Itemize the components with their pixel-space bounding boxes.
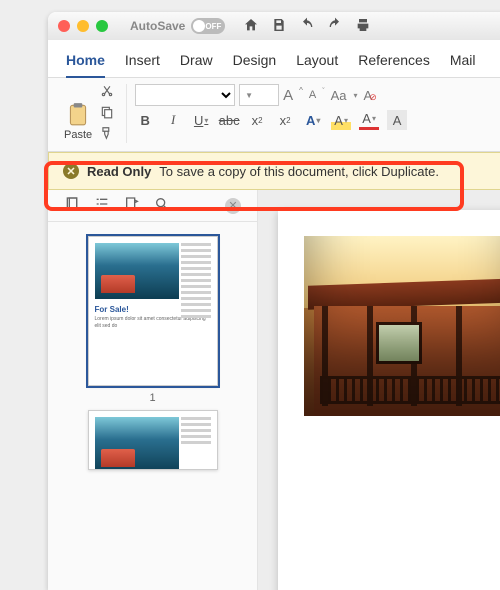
subscript-button[interactable]: x2 — [247, 110, 267, 130]
change-case-button[interactable]: Aa — [331, 88, 347, 103]
hero-image — [304, 236, 500, 416]
warning-icon: ✕ — [63, 163, 79, 179]
clear-formatting-button[interactable]: A⊘ — [364, 88, 380, 103]
document-page[interactable] — [278, 210, 500, 590]
ribbon-tabs: Home Insert Draw Design Layout Reference… — [48, 40, 500, 78]
thumbnails-icon[interactable] — [64, 196, 80, 215]
font-size-select[interactable]: ▼ — [239, 84, 279, 106]
print-icon[interactable] — [355, 17, 371, 36]
headings-icon[interactable] — [94, 196, 110, 215]
undo-icon[interactable] — [299, 17, 315, 36]
review-icon[interactable] — [124, 196, 140, 215]
bold-button[interactable]: B — [135, 110, 155, 130]
underline-button[interactable]: U▾ — [191, 110, 211, 130]
tab-mailings[interactable]: Mail — [450, 48, 476, 77]
font-name-select[interactable] — [135, 84, 235, 106]
thumbnail-list: For Sale! Lorem ipsum dolor sit amet con… — [48, 222, 257, 590]
banner-message: To save a copy of this document, click D… — [159, 164, 439, 179]
redo-icon[interactable] — [327, 17, 343, 36]
tab-home[interactable]: Home — [66, 48, 105, 78]
page-thumbnail-2[interactable] — [88, 410, 218, 470]
tab-insert[interactable]: Insert — [125, 48, 160, 77]
clipboard-mini — [100, 84, 114, 143]
navigation-pane: ✕ For Sale! Lorem ipsum dolor sit amet c… — [48, 190, 258, 590]
maximize-window-button[interactable] — [96, 20, 108, 32]
read-only-banner: ✕ Read Only To save a copy of this docum… — [48, 152, 500, 190]
toggle-switch[interactable]: OFF — [191, 18, 225, 34]
home-icon[interactable] — [243, 17, 259, 36]
tab-layout[interactable]: Layout — [296, 48, 338, 77]
ribbon: Paste ▼ A^ Aˇ Aa▾ A⊘ B I — [48, 78, 500, 152]
grow-font-button[interactable]: A — [283, 87, 293, 104]
tab-design[interactable]: Design — [233, 48, 277, 77]
autosave-label: AutoSave — [130, 19, 185, 33]
shrink-font-button[interactable]: A — [309, 89, 316, 101]
autosave-toggle[interactable]: AutoSave OFF — [130, 18, 225, 34]
paste-button[interactable]: Paste — [60, 99, 96, 143]
thumb-text: Lorem ipsum dolor sit amet consectetur a… — [95, 316, 211, 330]
font-color-button[interactable]: A▾ — [359, 110, 379, 130]
window-controls — [58, 20, 108, 32]
save-icon[interactable] — [271, 17, 287, 36]
banner-title: Read Only — [87, 164, 151, 179]
thumb-sidebar-lines — [181, 417, 211, 444]
paste-label: Paste — [64, 129, 92, 141]
find-icon[interactable] — [154, 196, 170, 215]
format-painter-icon[interactable] — [100, 126, 114, 143]
close-window-button[interactable] — [58, 20, 70, 32]
thumb-sidebar-lines — [181, 243, 211, 318]
superscript-button[interactable]: x2 — [275, 110, 295, 130]
document-body: ✕ For Sale! Lorem ipsum dolor sit amet c… — [48, 190, 500, 590]
tab-draw[interactable]: Draw — [180, 48, 213, 77]
italic-button[interactable]: I — [163, 110, 183, 130]
cut-icon[interactable] — [100, 84, 114, 101]
close-nav-icon[interactable]: ✕ — [225, 198, 241, 214]
thumb-photo — [95, 243, 179, 299]
highlight-button[interactable]: A▾ — [331, 110, 351, 130]
font-group: ▼ A^ Aˇ Aa▾ A⊘ B I U▾ abc x2 x2 A▾ A▾ A▾… — [135, 84, 419, 130]
char-shading-button[interactable]: A — [387, 110, 407, 130]
clipboard-group: Paste — [60, 84, 127, 143]
nav-toolbar: ✕ — [48, 190, 257, 222]
text-effects-button[interactable]: A▾ — [303, 110, 323, 130]
page-thumbnail-1[interactable]: For Sale! Lorem ipsum dolor sit amet con… — [88, 236, 218, 386]
tab-references[interactable]: References — [358, 48, 430, 77]
quick-access-toolbar — [243, 17, 371, 36]
document-canvas[interactable] — [258, 190, 500, 590]
strikethrough-button[interactable]: abc — [219, 110, 239, 130]
app-window: AutoSave OFF Home Insert Draw Design Lay… — [48, 12, 500, 590]
thumb-photo — [95, 417, 179, 470]
copy-icon[interactable] — [100, 105, 114, 122]
titlebar: AutoSave OFF — [48, 12, 500, 40]
page-number-label: 1 — [149, 392, 155, 404]
minimize-window-button[interactable] — [77, 20, 89, 32]
